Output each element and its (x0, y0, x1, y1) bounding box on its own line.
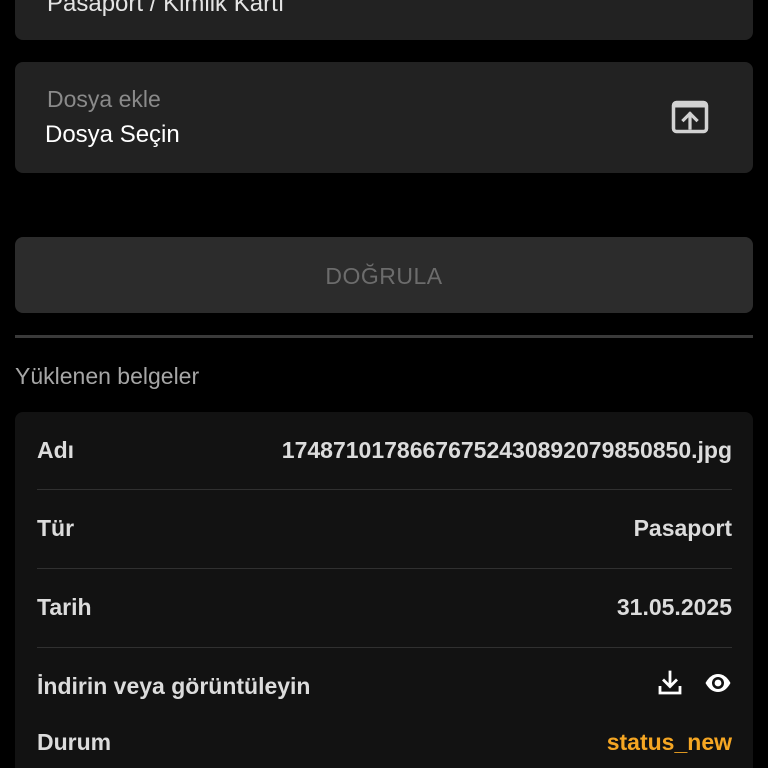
upload-file-icon[interactable] (671, 100, 709, 134)
document-date-label: Tarih (37, 593, 92, 620)
document-actions-row: İndirin veya görüntüleyin (37, 670, 732, 702)
document-type-label: Tür (37, 514, 75, 541)
document-status-row: Durum status_new (37, 726, 732, 758)
file-input-field[interactable]: Dosya ekle Dosya Seçin (15, 62, 753, 173)
uploaded-documents-title: Yüklenen belgeler (15, 363, 200, 389)
document-name-value: 1748710178667675243089207985085​0.jpg (281, 436, 732, 463)
section-divider (15, 335, 753, 338)
document-actions-label: İndirin veya görüntüleyin (37, 672, 311, 699)
document-type-row-value: Pasaport (633, 514, 732, 541)
row-divider (37, 647, 732, 648)
download-icon[interactable] (656, 669, 684, 703)
row-divider (37, 568, 732, 569)
document-upload-screen: Pasaport / Kimlik Kartı Dosya ekle Dosya… (0, 0, 768, 768)
row-divider (37, 489, 732, 490)
file-input-value: Dosya Seçin (45, 121, 180, 148)
verify-button[interactable]: DOĞRULA (15, 237, 753, 313)
document-type-value: Pasaport / Kimlik Kartı (47, 0, 285, 17)
document-name-label: Adı (37, 436, 75, 463)
eye-icon[interactable] (704, 669, 732, 703)
document-type-row: Tür Pasaport (37, 512, 732, 544)
document-type-select[interactable]: Pasaport / Kimlik Kartı (15, 0, 753, 40)
document-action-buttons (656, 669, 732, 703)
document-date-value: 31.05.2025 (616, 593, 732, 620)
file-input-label: Dosya ekle (47, 86, 161, 112)
document-date-row: Tarih 31.05.2025 (37, 591, 732, 623)
document-status-label: Durum (37, 728, 112, 755)
uploaded-document-card: Adı 1748710178667675243089207985085​0.jp… (15, 412, 753, 768)
status-badge: status_new (606, 728, 732, 755)
document-name-row: Adı 1748710178667675243089207985085​0.jp… (37, 434, 732, 466)
